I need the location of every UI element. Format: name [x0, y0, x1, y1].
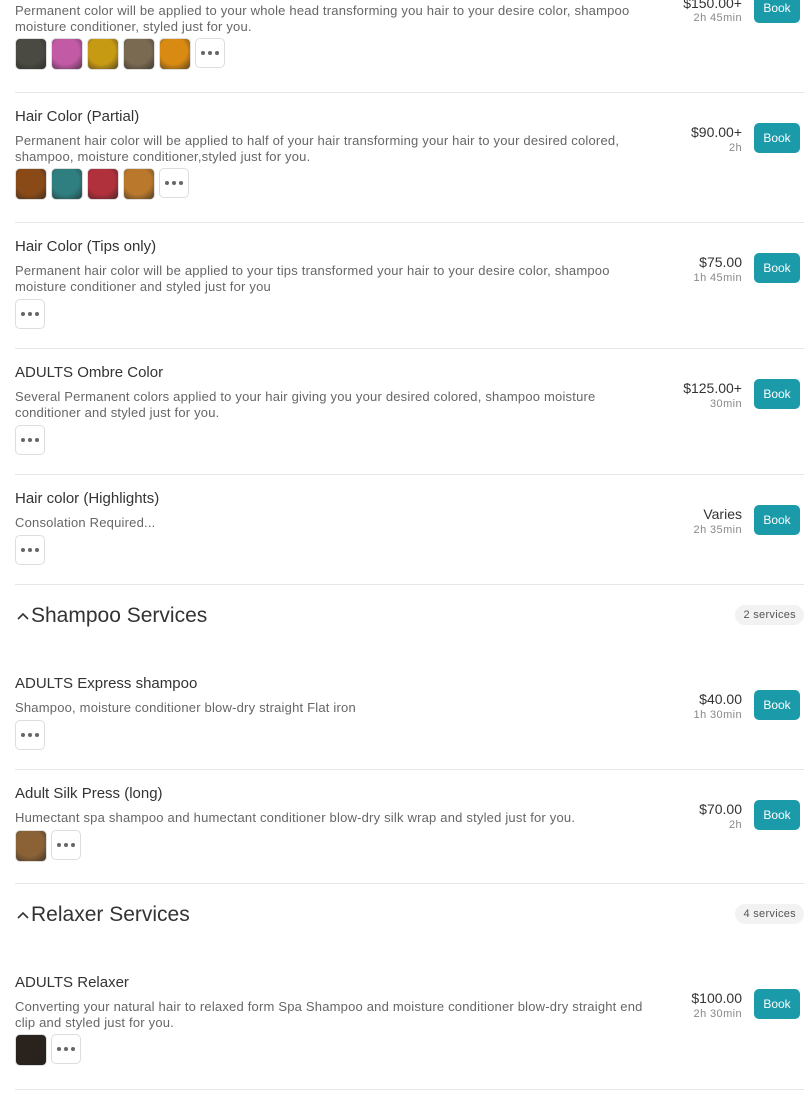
more-photos-button[interactable]: [51, 830, 81, 860]
more-options-button[interactable]: [15, 720, 45, 750]
service-price: $40.00: [699, 691, 742, 707]
service-item: ADULTS Express shampoo Shampoo, moisture…: [15, 655, 804, 770]
book-button[interactable]: Book: [754, 123, 800, 153]
service-thumbnails: [15, 1034, 81, 1066]
service-photo-thumbnail[interactable]: [159, 38, 191, 70]
service-thumbnails: [15, 168, 189, 200]
service-price: $125.00+: [683, 380, 742, 396]
service-name: ADULTS Ombre Color: [15, 364, 164, 381]
category-service-count: 4 services: [735, 904, 804, 924]
chevron-up-icon: [17, 612, 29, 620]
service-item: ADULTS Relaxer Converting your natural h…: [15, 954, 804, 1090]
service-photo-thumbnail[interactable]: [15, 168, 47, 200]
service-photo-thumbnail[interactable]: [123, 168, 155, 200]
service-photo-thumbnail[interactable]: [87, 168, 119, 200]
more-horizontal-icon: [21, 312, 25, 316]
service-description: Humectant spa shampoo and humectant cond…: [15, 810, 576, 825]
service-thumbnails: [15, 38, 225, 70]
service-description: Converting your natural hair to relaxed …: [15, 999, 643, 1030]
service-duration: 1h 45min: [693, 272, 742, 284]
service-thumbnails: [15, 830, 81, 862]
book-button[interactable]: Book: [754, 253, 800, 283]
service-price: $100.00: [691, 990, 742, 1006]
more-horizontal-icon: [201, 51, 205, 55]
more-photos-button[interactable]: [159, 168, 189, 198]
more-horizontal-icon: [57, 843, 61, 847]
more-options-button[interactable]: [15, 425, 45, 455]
service-price: $90.00+: [691, 124, 742, 140]
book-button[interactable]: Book: [754, 505, 800, 535]
service-price: $70.00: [699, 801, 742, 817]
services-list: Permanent color will be applied to your …: [15, 0, 804, 1090]
service-item: Adult Silk Press (long) Humectant spa sh…: [15, 770, 804, 884]
service-item: Hair Color (Tips only) Permanent hair co…: [15, 223, 804, 349]
more-options-button[interactable]: [15, 299, 45, 329]
book-button[interactable]: Book: [754, 690, 800, 720]
category-toggle[interactable]: Relaxer Services: [15, 903, 190, 927]
service-thumbnails: [15, 535, 45, 565]
service-price: $150.00+: [683, 0, 742, 11]
more-photos-button[interactable]: [195, 38, 225, 68]
service-item: Permanent color will be applied to your …: [15, 0, 804, 93]
category-toggle[interactable]: Shampoo Services: [15, 604, 207, 628]
service-name: ADULTS Express shampoo: [15, 675, 198, 692]
more-horizontal-icon: [165, 181, 169, 185]
category-title: Shampoo Services: [31, 604, 208, 627]
service-duration: 2h: [728, 819, 742, 831]
service-description: Shampoo, moisture conditioner blow-dry s…: [15, 700, 356, 715]
service-duration: 1h 30min: [693, 709, 742, 721]
category-shampoo-services: Shampoo Services 2 services: [15, 585, 804, 655]
service-duration: 2h: [728, 142, 742, 154]
service-thumbnails: [15, 720, 45, 750]
service-duration: 2h 35min: [693, 524, 742, 536]
service-description: Permanent hair color will be applied to …: [15, 133, 620, 164]
service-thumbnails: [15, 425, 45, 455]
more-horizontal-icon: [21, 548, 25, 552]
book-button[interactable]: Book: [754, 800, 800, 830]
service-description: Consolation Required...: [15, 515, 156, 530]
service-description: Permanent color will be applied to your …: [15, 3, 630, 34]
service-photo-thumbnail[interactable]: [15, 1034, 47, 1066]
service-name: Adult Silk Press (long): [15, 785, 163, 802]
service-name: Hair Color (Partial): [15, 108, 140, 125]
service-description: Permanent hair color will be applied to …: [15, 263, 610, 294]
category-relaxer-services: Relaxer Services 4 services: [15, 884, 804, 954]
service-photo-thumbnail[interactable]: [51, 38, 83, 70]
chevron-up-icon: [17, 911, 29, 919]
more-options-button[interactable]: [15, 535, 45, 565]
service-photo-thumbnail[interactable]: [123, 38, 155, 70]
service-description: Several Permanent colors applied to your…: [15, 389, 596, 420]
more-horizontal-icon: [21, 733, 25, 737]
book-button[interactable]: Book: [754, 989, 800, 1019]
more-photos-button[interactable]: [51, 1034, 81, 1064]
category-service-count: 2 services: [735, 605, 804, 625]
service-name: ADULTS Relaxer: [15, 974, 129, 991]
service-name: Hair Color (Tips only): [15, 238, 157, 255]
service-thumbnails: [15, 299, 45, 329]
service-photo-thumbnail[interactable]: [15, 38, 47, 70]
service-item: Hair color (Highlights) Consolation Requ…: [15, 475, 804, 585]
service-duration: 2h 30min: [693, 1008, 742, 1020]
service-price: Varies: [703, 506, 742, 522]
service-item: Hair Color (Partial) Permanent hair colo…: [15, 93, 804, 223]
service-photo-thumbnail[interactable]: [51, 168, 83, 200]
book-button[interactable]: Book: [754, 379, 800, 409]
book-button[interactable]: Book: [754, 0, 800, 23]
more-horizontal-icon: [57, 1047, 61, 1051]
more-horizontal-icon: [21, 438, 25, 442]
category-title: Relaxer Services: [31, 903, 190, 926]
service-price: $75.00: [699, 254, 742, 270]
service-photo-thumbnail[interactable]: [15, 830, 47, 862]
service-duration: 2h 45min: [693, 12, 742, 24]
service-item: ADULTS Ombre Color Several Permanent col…: [15, 349, 804, 475]
service-duration: 30min: [710, 398, 742, 410]
service-name: Hair color (Highlights): [15, 490, 160, 507]
service-photo-thumbnail[interactable]: [87, 38, 119, 70]
